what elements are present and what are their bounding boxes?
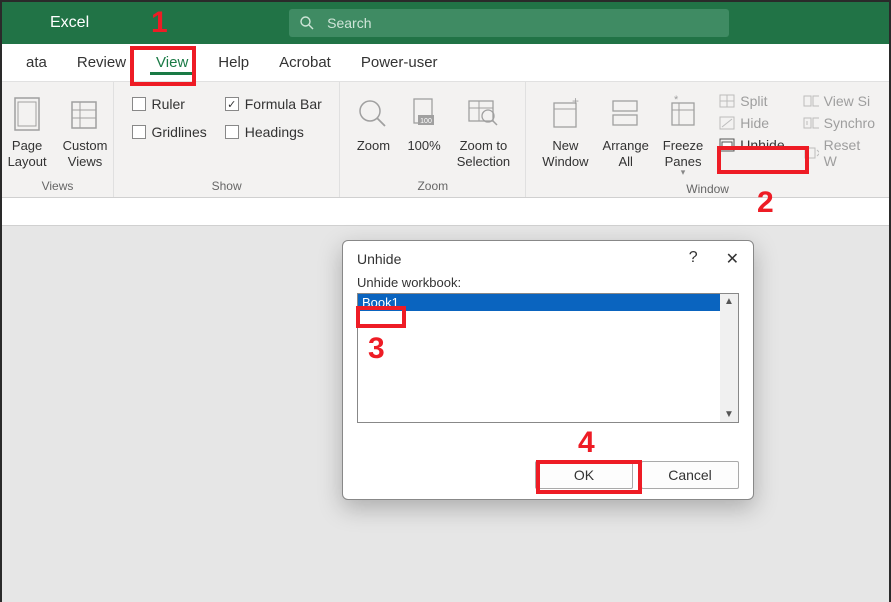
formula-bar-checkbox[interactable]: ✓ Formula Bar [225, 96, 322, 112]
group-show: Ruler Gridlines ✓ Formula Bar Headings Sh… [114, 82, 340, 197]
zoom-selection-label: Zoom to Selection [457, 138, 510, 169]
formula-bar-label: Formula Bar [245, 96, 322, 112]
arrange-all-label: Arrange All [603, 138, 649, 169]
reset-label: Reset W [824, 137, 875, 169]
cancel-button[interactable]: Cancel [641, 461, 739, 489]
tab-data[interactable]: ata [20, 46, 53, 79]
list-item[interactable]: Book1 [358, 294, 738, 311]
reset-icon [803, 146, 819, 160]
gridlines-label: Gridlines [152, 124, 207, 140]
group-views: Page Layout Custom Views Views [2, 82, 114, 197]
headings-checkbox[interactable]: Headings [225, 124, 322, 140]
page-layout-icon [11, 92, 43, 136]
freeze-panes-button[interactable]: * Freeze Panes ▾ [657, 88, 709, 182]
app-name: Excel [50, 14, 89, 32]
title-bar: Excel [2, 2, 889, 44]
split-label: Split [740, 93, 767, 109]
hide-label: Hide [740, 115, 769, 131]
split-button[interactable]: Split [715, 92, 788, 110]
view-side-icon [803, 94, 819, 108]
unhide-dialog: Unhide ? ✕ Unhide workbook: Book1 ▲ ▼ OK… [342, 240, 754, 500]
zoom-to-selection-button[interactable]: Zoom to Selection [451, 88, 516, 173]
new-window-label: New Window [542, 138, 588, 169]
hide-button[interactable]: Hide [715, 114, 788, 132]
checkbox-icon [132, 125, 146, 139]
zoom-100-icon: 100 [409, 92, 439, 136]
reset-button[interactable]: Reset W [799, 136, 879, 170]
page-layout-button[interactable]: Page Layout [2, 88, 53, 173]
synchro-icon [803, 116, 819, 130]
group-show-label: Show [212, 179, 242, 195]
workbook-list[interactable]: Book1 ▲ ▼ [357, 293, 739, 423]
group-zoom-label: Zoom [417, 179, 448, 195]
freeze-panes-label: Freeze Panes [663, 138, 703, 169]
zoom-100-label: 100% [407, 138, 440, 154]
arrange-all-button[interactable]: Arrange All [597, 88, 655, 173]
tab-power-user[interactable]: Power-user [355, 46, 444, 79]
synchro-label: Synchro [824, 115, 875, 131]
new-window-icon: + [548, 92, 582, 136]
synchro-button[interactable]: Synchro [799, 114, 879, 132]
group-views-label: Views [42, 179, 74, 195]
new-window-button[interactable]: + New Window [536, 88, 594, 173]
split-icon [719, 94, 735, 108]
checkbox-icon [132, 97, 146, 111]
checkbox-checked-icon: ✓ [225, 97, 239, 111]
custom-views-label: Custom Views [63, 138, 108, 169]
arrange-all-icon [609, 92, 643, 136]
zoom-label: Zoom [357, 138, 390, 154]
ribbon-tabs: ata Review View Help Acrobat Power-user [2, 44, 889, 82]
unhide-label: Unhide [740, 137, 784, 153]
checkbox-icon [225, 125, 239, 139]
ok-button[interactable]: OK [535, 461, 633, 489]
zoom-button[interactable]: Zoom [349, 88, 397, 158]
headings-label: Headings [245, 124, 304, 140]
scroll-down-icon[interactable]: ▼ [724, 407, 734, 422]
zoom-100-button[interactable]: 100 100% [401, 88, 446, 158]
group-zoom: Zoom 100 100% Zoom to Selection Zoom [340, 82, 526, 197]
scroll-up-icon[interactable]: ▲ [724, 294, 734, 309]
formula-bar-area [2, 198, 889, 226]
svg-text:+: + [572, 95, 579, 108]
search-box[interactable] [289, 9, 729, 37]
freeze-panes-icon: * [666, 92, 700, 136]
chevron-down-icon: ▾ [681, 167, 686, 178]
unhide-button[interactable]: Unhide [715, 136, 788, 154]
help-icon[interactable]: ? [689, 249, 698, 269]
dialog-titlebar: Unhide ? ✕ [343, 241, 753, 275]
svg-text:100: 100 [420, 118, 432, 125]
hide-icon [719, 116, 735, 130]
gridlines-checkbox[interactable]: Gridlines [132, 124, 207, 140]
view-side-label: View Si [824, 93, 870, 109]
ruler-label: Ruler [152, 96, 185, 112]
unhide-icon [719, 138, 735, 152]
search-input[interactable] [327, 15, 719, 31]
svg-text:*: * [674, 95, 679, 106]
zoom-icon [355, 92, 391, 136]
close-icon[interactable]: ✕ [726, 249, 739, 269]
tab-help[interactable]: Help [212, 46, 255, 79]
tab-view[interactable]: View [150, 46, 194, 79]
ribbon: Page Layout Custom Views Views Ruler Gri… [2, 82, 889, 198]
custom-views-icon [69, 92, 101, 136]
tab-acrobat[interactable]: Acrobat [273, 46, 337, 79]
group-window-label: Window [686, 182, 729, 198]
dialog-title: Unhide [357, 251, 401, 267]
zoom-selection-icon [466, 92, 500, 136]
page-layout-label: Page Layout [8, 138, 47, 169]
scrollbar[interactable]: ▲ ▼ [720, 294, 738, 422]
dialog-label: Unhide workbook: [357, 275, 739, 290]
ruler-checkbox[interactable]: Ruler [132, 96, 207, 112]
view-side-button[interactable]: View Si [799, 92, 879, 110]
group-window: + New Window Arrange All * Freeze Panes … [526, 82, 889, 197]
custom-views-button[interactable]: Custom Views [57, 88, 114, 173]
tab-review[interactable]: Review [71, 46, 132, 79]
search-icon [299, 15, 315, 31]
